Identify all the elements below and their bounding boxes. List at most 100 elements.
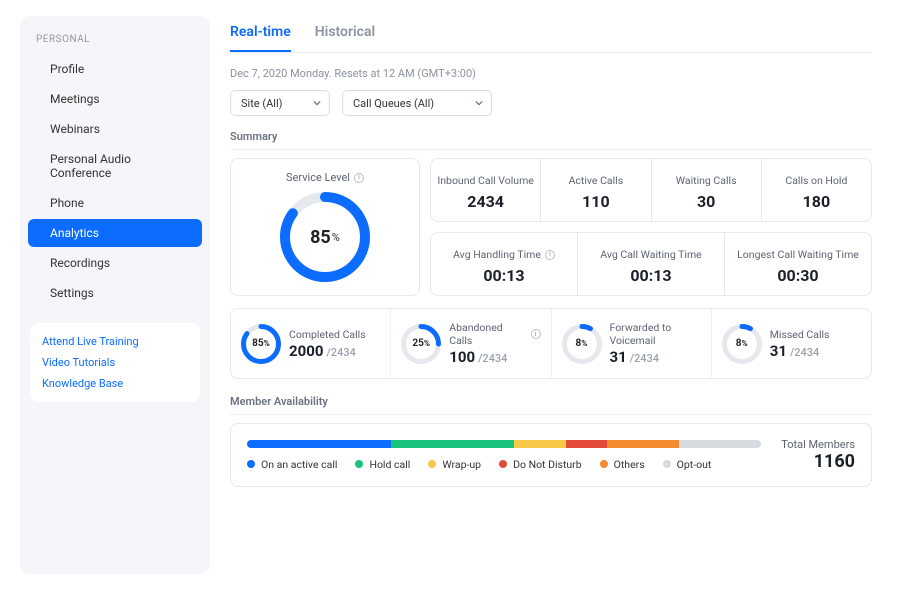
sidebar-item-meetings[interactable]: Meetings <box>28 85 202 113</box>
stat-label: Avg Handling Time i <box>453 248 555 261</box>
call-outcomes-row: 85% Completed Calls2000/2434 25% Abandoned … <box>230 308 872 379</box>
outcome-value: 31 <box>610 348 627 366</box>
sidebar-item-personal-audio-conference[interactable]: Personal Audio Conference <box>28 145 202 187</box>
queue-filter-label: Call Queues (All) <box>353 97 434 110</box>
top-stats-row: Inbound Call Volume 2434 Active Calls110 Wa… <box>430 158 872 222</box>
legend-dot <box>499 460 507 468</box>
outcome-label: Completed Calls <box>289 328 366 341</box>
legend-item: Hold call <box>355 458 410 471</box>
outcome-donut: 8% <box>562 324 602 364</box>
stat-value: 30 <box>658 192 755 211</box>
help-link-knowledge-base[interactable]: Knowledge Base <box>42 377 188 390</box>
service-level-label: Service Level i <box>286 171 364 184</box>
sidebar-item-settings[interactable]: Settings <box>28 279 202 307</box>
legend-label: Others <box>614 458 645 471</box>
sidebar-item-recordings[interactable]: Recordings <box>28 249 202 277</box>
legend-item: Opt-out <box>663 458 712 471</box>
sidebar-item-webinars[interactable]: Webinars <box>28 115 202 143</box>
stat-card: Active Calls110 <box>540 158 650 222</box>
outcome-total: /2434 <box>790 346 819 359</box>
sidebar-item-profile[interactable]: Profile <box>28 55 202 83</box>
tabs: Real-time Historical <box>230 24 872 53</box>
legend-item: Wrap-up <box>428 458 481 471</box>
stat-value: 2434 <box>437 192 534 211</box>
segment <box>679 440 761 448</box>
outcome-value: 31 <box>770 342 787 360</box>
info-icon[interactable]: i <box>354 173 364 183</box>
stat-label: Avg Call Waiting Time <box>600 248 701 261</box>
sidebar-item-phone[interactable]: Phone <box>28 189 202 217</box>
outcome-label: Missed Calls <box>770 328 830 341</box>
legend-dot <box>600 460 608 468</box>
help-link-video-tutorials[interactable]: Video Tutorials <box>42 356 188 369</box>
stat-label: Waiting Calls <box>676 174 737 187</box>
outcome-total: /2434 <box>630 352 659 365</box>
stat-label: Calls on Hold <box>785 174 847 187</box>
sidebar-heading: PERSONAL <box>20 34 210 55</box>
legend-item: On an active call <box>247 458 337 471</box>
legend-dot <box>247 460 255 468</box>
stat-label: Inbound Call Volume <box>437 174 533 187</box>
summary-row: Service Level i 85% Inbound Call Volume2… <box>230 158 872 296</box>
legend-item: Others <box>600 458 645 471</box>
total-members-value: 1160 <box>781 451 855 472</box>
tab-historical[interactable]: Historical <box>315 24 375 52</box>
total-members: Total Members 1160 <box>781 438 855 472</box>
outcome-label: Forwarded to Voicemail <box>610 321 701 347</box>
queue-filter[interactable]: Call Queues (All) <box>342 90 492 116</box>
site-filter-label: Site (All) <box>241 97 283 110</box>
legend-label: Opt-out <box>677 458 712 471</box>
segment <box>514 440 565 448</box>
main: Real-time Historical Dec 7, 2020 Monday. … <box>222 0 900 590</box>
segment <box>607 440 679 448</box>
stat-value: 110 <box>547 192 644 211</box>
sidebar: PERSONAL ProfileMeetingsWebinarsPersonal… <box>20 16 210 574</box>
outcome-donut: 8% <box>722 324 762 364</box>
stat-label: Longest Call Waiting Time <box>737 248 859 261</box>
site-filter[interactable]: Site (All) <box>230 90 330 116</box>
stat-value: 00:13 <box>584 266 718 285</box>
outcome-value: 100 <box>449 348 475 366</box>
sidebar-item-analytics[interactable]: Analytics <box>28 219 202 247</box>
outcome-cell: 25%Abandoned Calls i100/2434 <box>390 309 550 378</box>
stat-value: 00:13 <box>437 266 571 285</box>
chevron-down-icon <box>475 99 483 107</box>
stat-card: Longest Call Waiting Time00:30 <box>724 232 872 296</box>
help-link-attend-live-training[interactable]: Attend Live Training <box>42 335 188 348</box>
outcome-value: 2000 <box>289 342 323 360</box>
outcome-donut: 25% <box>401 324 441 364</box>
legend-label: Wrap-up <box>442 458 481 471</box>
help-card: Attend Live Training Video Tutorials Knowl… <box>30 323 200 402</box>
filters: Site (All) Call Queues (All) <box>230 90 872 116</box>
legend-dot <box>355 460 363 468</box>
outcome-total: /2434 <box>326 346 355 359</box>
outcome-cell: 85% Completed Calls2000/2434 <box>231 309 390 378</box>
segment <box>566 440 607 448</box>
chevron-down-icon <box>313 99 321 107</box>
stat-card: Avg Handling Time i 00:13 <box>430 232 577 296</box>
member-bar-wrap: On an active call Hold call Wrap-up Do Not … <box>247 440 761 471</box>
info-icon[interactable]: i <box>531 329 541 339</box>
tab-real-time[interactable]: Real-time <box>230 24 291 52</box>
segment <box>247 440 391 448</box>
time-stats-row: Avg Handling Time i00:13Avg Call Waiting… <box>430 232 872 296</box>
legend-dot <box>663 460 671 468</box>
outcome-label: Abandoned Calls i <box>449 321 540 347</box>
outcome-cell: 8% Forwarded to Voicemail31/2434 <box>551 309 711 378</box>
stat-card: Calls on Hold180 <box>761 158 872 222</box>
segment <box>391 440 514 448</box>
outcome-donut: 85% <box>241 324 281 364</box>
sidebar-nav: ProfileMeetingsWebinarsPersonal Audio Co… <box>20 55 210 307</box>
info-icon[interactable]: i <box>545 250 555 260</box>
outcome-cell: 8% Missed Calls31/2434 <box>711 309 871 378</box>
stat-card: Avg Call Waiting Time 00:13 <box>577 232 724 296</box>
member-segmented-bar <box>247 440 761 448</box>
member-availability-card: On an active call Hold call Wrap-up Do Not … <box>230 423 872 487</box>
summary-heading: Summary <box>230 130 872 150</box>
members-heading: Member Availability <box>230 395 872 415</box>
legend-label: Hold call <box>369 458 410 471</box>
datestamp: Dec 7, 2020 Monday. Resets at 12 AM (GMT… <box>230 67 872 80</box>
legend-label: Do Not Disturb <box>513 458 582 471</box>
legend-dot <box>428 460 436 468</box>
total-members-label: Total Members <box>781 438 855 451</box>
